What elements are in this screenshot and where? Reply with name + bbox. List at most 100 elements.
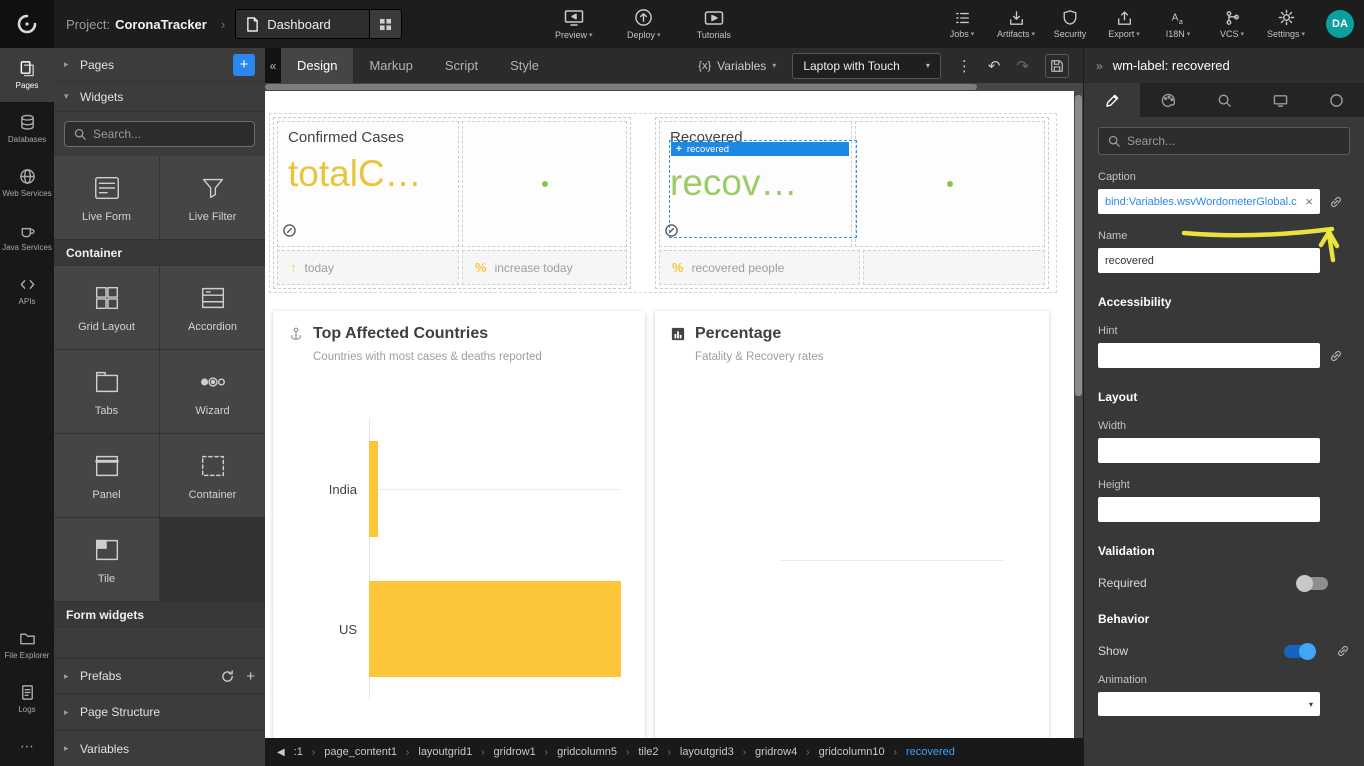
toolbar-more-icon[interactable]: ⋮ xyxy=(957,57,972,75)
widget-accordion[interactable]: Accordion xyxy=(160,266,265,349)
rail-item-web-services[interactable]: Web Services xyxy=(0,156,54,210)
tab-search-properties[interactable] xyxy=(1196,83,1252,117)
tab-design[interactable]: Design xyxy=(281,48,353,83)
bind-link-icon[interactable] xyxy=(1329,195,1343,209)
h-scrollbar-thumb[interactable] xyxy=(265,84,977,90)
canvas-horizontal-scrollbar[interactable] xyxy=(265,83,1074,91)
bar-us[interactable] xyxy=(369,581,621,677)
bar-india[interactable] xyxy=(369,441,378,537)
chevron-right-icon[interactable]: › xyxy=(221,17,225,32)
device-selector[interactable]: Laptop with Touch ▾ xyxy=(792,53,941,79)
page-grid-button[interactable] xyxy=(369,10,401,38)
confirmed-cases-title[interactable]: Confirmed Cases xyxy=(288,129,448,146)
breadcrumb-item[interactable]: layoutgrid3 xyxy=(680,746,734,758)
tab-style[interactable]: Style xyxy=(494,48,555,83)
design-canvas[interactable]: Confirmed Cases totalC… ↑ today % increa… xyxy=(265,83,1083,738)
widget-container[interactable]: Container xyxy=(160,434,265,517)
tab-script[interactable]: Script xyxy=(429,48,494,83)
preview-button[interactable]: Preview▾ xyxy=(552,8,596,40)
artifacts-button[interactable]: Artifacts▾ xyxy=(994,10,1038,39)
bar-chart[interactable]: India US xyxy=(273,419,645,699)
avatar[interactable]: DA xyxy=(1326,10,1354,38)
confirmed-cases-value[interactable]: totalC… xyxy=(288,153,448,195)
v-scrollbar-thumb[interactable] xyxy=(1075,95,1082,396)
card-percentage[interactable]: Percentage Fatality & Recovery rates xyxy=(655,311,1049,738)
panel-collapse-icon[interactable]: » xyxy=(1096,59,1103,73)
variables-section-header[interactable]: ▸ Variables xyxy=(54,730,265,766)
hint-input[interactable] xyxy=(1098,343,1320,368)
security-button[interactable]: Security xyxy=(1048,9,1092,39)
recovered-footer-people[interactable]: % recovered people xyxy=(659,250,860,285)
app-logo[interactable] xyxy=(0,0,54,48)
selected-widget-chip[interactable]: + recovered xyxy=(671,142,849,156)
width-input[interactable] xyxy=(1098,438,1320,463)
bind-link-icon[interactable] xyxy=(1336,644,1350,658)
confirmed-content-cell[interactable]: Confirmed Cases totalC… xyxy=(277,121,459,247)
settings-button[interactable]: Settings▾ xyxy=(1264,9,1308,39)
widget-search-input[interactable]: Search... xyxy=(64,121,255,147)
properties-search-input[interactable]: Search... xyxy=(1098,127,1350,155)
confirmed-empty-cell[interactable] xyxy=(462,121,627,247)
jobs-button[interactable]: Jobs▾ xyxy=(940,10,984,39)
rail-item-pages[interactable]: Pages xyxy=(0,48,54,102)
breadcrumb-item[interactable]: gridrow1 xyxy=(494,746,536,758)
breadcrumb-item[interactable]: layoutgrid1 xyxy=(418,746,472,758)
tile-confirmed-cases[interactable]: Confirmed Cases totalC… ↑ today % increa… xyxy=(273,117,631,289)
i18n-button[interactable]: Aa I18N▾ xyxy=(1156,10,1200,39)
clear-caption-icon[interactable]: × xyxy=(1305,194,1313,209)
rail-item-databases[interactable]: Databases xyxy=(0,102,54,156)
undo-icon[interactable]: ↶ xyxy=(988,57,1001,75)
widget-panel[interactable]: Panel xyxy=(54,434,159,517)
caption-input[interactable]: bind:Variables.wsvWordometerGlobal.c × xyxy=(1098,189,1320,214)
tab-device[interactable] xyxy=(1252,83,1308,117)
widget-tabs[interactable]: Tabs xyxy=(54,350,159,433)
tab-styles[interactable] xyxy=(1140,83,1196,117)
rail-item-file-explorer[interactable]: File Explorer xyxy=(0,618,54,672)
rail-item-logs[interactable]: Logs xyxy=(0,672,54,726)
breadcrumb-item[interactable]: :1 xyxy=(294,746,303,758)
tile-recovered[interactable]: Recovered + recovered recov… % recovered… xyxy=(655,117,1049,289)
breadcrumb-item[interactable]: page_content1 xyxy=(324,746,397,758)
refresh-icon[interactable] xyxy=(221,670,234,683)
breadcrumb-item-active[interactable]: recovered xyxy=(906,746,955,758)
card-top-affected-countries[interactable]: Top Affected Countries Countries with mo… xyxy=(273,311,645,738)
prefabs-section-header[interactable]: ▸ Prefabs + xyxy=(54,658,265,694)
rail-item-java-services[interactable]: Java Services xyxy=(0,210,54,264)
widget-grid-layout[interactable]: Grid Layout xyxy=(54,266,159,349)
pages-section-header[interactable]: ▸ Pages + xyxy=(54,48,265,82)
add-page-button[interactable]: + xyxy=(233,54,255,76)
recovered-empty-cell[interactable] xyxy=(855,121,1045,247)
confirmed-footer-increase[interactable]: % increase today xyxy=(462,250,627,285)
add-prefab-button[interactable]: + xyxy=(246,668,255,685)
bind-link-icon[interactable] xyxy=(1329,349,1343,363)
widget-wizard[interactable]: Wizard xyxy=(160,350,265,433)
breadcrumb-item[interactable]: gridcolumn10 xyxy=(819,746,885,758)
widget-live-filter[interactable]: Live Filter xyxy=(160,156,265,239)
tab-properties[interactable] xyxy=(1084,83,1140,117)
page-selector[interactable]: Dashboard xyxy=(235,9,402,39)
page-structure-section-header[interactable]: ▸ Page Structure xyxy=(54,694,265,730)
redo-icon[interactable]: ↷ xyxy=(1016,57,1029,75)
tutorials-button[interactable]: Tutorials xyxy=(692,8,736,40)
widgets-section-header[interactable]: ▾ Widgets xyxy=(54,82,265,112)
export-button[interactable]: Export▾ xyxy=(1102,10,1146,39)
breadcrumb-item[interactable]: gridrow4 xyxy=(755,746,797,758)
widget-tile[interactable]: Tile xyxy=(54,518,159,601)
canvas-vertical-scrollbar[interactable] xyxy=(1074,83,1083,738)
breadcrumb-item[interactable]: gridcolumn5 xyxy=(557,746,617,758)
height-input[interactable] xyxy=(1098,497,1320,522)
animation-select[interactable]: ▾ xyxy=(1098,692,1320,716)
tab-markup[interactable]: Markup xyxy=(353,48,428,83)
recovered-value[interactable]: recov… xyxy=(670,162,841,204)
name-input[interactable]: recovered xyxy=(1098,248,1320,273)
rail-item-apis[interactable]: APIs xyxy=(0,264,54,318)
vcs-button[interactable]: VCS▾ xyxy=(1210,10,1254,39)
recovered-content-cell[interactable]: Recovered + recovered recov… xyxy=(659,121,852,247)
breadcrumb-item[interactable]: tile2 xyxy=(638,746,658,758)
collapse-left-panel-icon[interactable]: « xyxy=(265,48,281,83)
variables-button[interactable]: {x} Variables ▾ xyxy=(698,59,776,73)
breadcrumb-back-icon[interactable]: ◀ xyxy=(277,747,285,758)
show-toggle[interactable] xyxy=(1284,645,1314,658)
required-toggle[interactable] xyxy=(1298,577,1328,590)
deploy-button[interactable]: Deploy▾ xyxy=(622,8,666,40)
